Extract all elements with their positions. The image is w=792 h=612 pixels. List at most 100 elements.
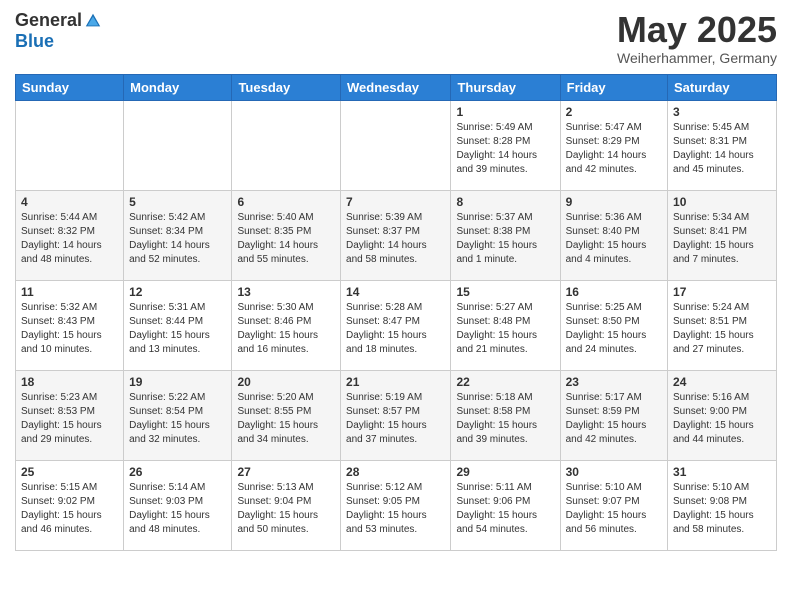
day-header-tuesday: Tuesday (232, 74, 341, 100)
calendar-week-4: 18 Sunrise: 5:23 AM Sunset: 8:53 PM Dayli… (16, 370, 777, 460)
title-block: May 2025 Weiherhammer, Germany (617, 10, 777, 66)
day-header-friday: Friday (560, 74, 667, 100)
calendar-cell (232, 100, 341, 190)
calendar-week-5: 25 Sunrise: 5:15 AM Sunset: 9:02 PM Dayli… (16, 460, 777, 550)
day-info: Sunrise: 5:45 AM Sunset: 8:31 PM Dayligh… (673, 121, 771, 177)
day-number: 19 (129, 375, 226, 389)
logo-general-text: General (15, 10, 82, 31)
day-number: 31 (673, 465, 771, 479)
day-info: Sunrise: 5:34 AM Sunset: 8:41 PM Dayligh… (673, 211, 771, 267)
day-number: 26 (129, 465, 226, 479)
page: General Blue May 2025 Weiherhammer, Germ… (0, 0, 792, 561)
day-info: Sunrise: 5:39 AM Sunset: 8:37 PM Dayligh… (346, 211, 445, 267)
day-number: 3 (673, 105, 771, 119)
day-number: 11 (21, 285, 118, 299)
calendar-cell: 23 Sunrise: 5:17 AM Sunset: 8:59 PM Dayli… (560, 370, 667, 460)
logo-text: General (15, 10, 102, 31)
calendar-cell (16, 100, 124, 190)
day-header-sunday: Sunday (16, 74, 124, 100)
day-number: 14 (346, 285, 445, 299)
day-info: Sunrise: 5:15 AM Sunset: 9:02 PM Dayligh… (21, 481, 118, 537)
calendar-cell: 15 Sunrise: 5:27 AM Sunset: 8:48 PM Dayli… (451, 280, 560, 370)
month-title: May 2025 (617, 10, 777, 50)
calendar-header-row: SundayMondayTuesdayWednesdayThursdayFrid… (16, 74, 777, 100)
calendar-cell: 16 Sunrise: 5:25 AM Sunset: 8:50 PM Dayli… (560, 280, 667, 370)
day-info: Sunrise: 5:24 AM Sunset: 8:51 PM Dayligh… (673, 301, 771, 357)
day-info: Sunrise: 5:19 AM Sunset: 8:57 PM Dayligh… (346, 391, 445, 447)
day-info: Sunrise: 5:32 AM Sunset: 8:43 PM Dayligh… (21, 301, 118, 357)
day-info: Sunrise: 5:25 AM Sunset: 8:50 PM Dayligh… (566, 301, 662, 357)
calendar-cell: 1 Sunrise: 5:49 AM Sunset: 8:28 PM Daylig… (451, 100, 560, 190)
calendar-cell: 13Sunrise: 5:30 AM Sunset: 8:46 PM Dayli… (232, 280, 341, 370)
calendar-cell: 8 Sunrise: 5:37 AM Sunset: 8:38 PM Daylig… (451, 190, 560, 280)
logo-blue-text: Blue (15, 31, 54, 52)
day-number: 6 (237, 195, 335, 209)
day-info: Sunrise: 5:10 AM Sunset: 9:07 PM Dayligh… (566, 481, 662, 537)
day-number: 21 (346, 375, 445, 389)
day-info: Sunrise: 5:17 AM Sunset: 8:59 PM Dayligh… (566, 391, 662, 447)
day-info: Sunrise: 5:28 AM Sunset: 8:47 PM Dayligh… (346, 301, 445, 357)
day-header-wednesday: Wednesday (341, 74, 451, 100)
day-info: Sunrise: 5:14 AM Sunset: 9:03 PM Dayligh… (129, 481, 226, 537)
day-info: Sunrise: 5:22 AM Sunset: 8:54 PM Dayligh… (129, 391, 226, 447)
day-number: 7 (346, 195, 445, 209)
calendar-cell: 7 Sunrise: 5:39 AM Sunset: 8:37 PM Daylig… (341, 190, 451, 280)
calendar-cell: 17 Sunrise: 5:24 AM Sunset: 8:51 PM Dayli… (668, 280, 777, 370)
logo: General Blue (15, 10, 102, 52)
day-info: Sunrise: 5:30 AM Sunset: 8:46 PM Dayligh… (237, 301, 335, 357)
day-number: 5 (129, 195, 226, 209)
calendar-cell: 26 Sunrise: 5:14 AM Sunset: 9:03 PM Dayli… (124, 460, 232, 550)
day-number: 27 (237, 465, 335, 479)
day-info: Sunrise: 5:12 AM Sunset: 9:05 PM Dayligh… (346, 481, 445, 537)
day-info: Sunrise: 5:11 AM Sunset: 9:06 PM Dayligh… (456, 481, 554, 537)
day-number: 22 (456, 375, 554, 389)
day-number: 28 (346, 465, 445, 479)
calendar-cell: 12 Sunrise: 5:31 AM Sunset: 8:44 PM Dayli… (124, 280, 232, 370)
day-number: 18 (21, 375, 118, 389)
day-number: 16 (566, 285, 662, 299)
day-number: 23 (566, 375, 662, 389)
day-info: Sunrise: 5:27 AM Sunset: 8:48 PM Dayligh… (456, 301, 554, 357)
calendar-cell: 9Sunrise: 5:36 AM Sunset: 8:40 PM Daylig… (560, 190, 667, 280)
calendar-cell: 4Sunrise: 5:44 AM Sunset: 8:32 PM Daylig… (16, 190, 124, 280)
day-header-monday: Monday (124, 74, 232, 100)
day-number: 15 (456, 285, 554, 299)
day-number: 1 (456, 105, 554, 119)
day-number: 4 (21, 195, 118, 209)
calendar-cell: 5 Sunrise: 5:42 AM Sunset: 8:34 PM Daylig… (124, 190, 232, 280)
calendar-cell: 27 Sunrise: 5:13 AM Sunset: 9:04 PM Dayli… (232, 460, 341, 550)
calendar-cell: 20Sunrise: 5:20 AM Sunset: 8:55 PM Dayli… (232, 370, 341, 460)
day-number: 24 (673, 375, 771, 389)
calendar-cell: 31 Sunrise: 5:10 AM Sunset: 9:08 PM Dayli… (668, 460, 777, 550)
day-info: Sunrise: 5:13 AM Sunset: 9:04 PM Dayligh… (237, 481, 335, 537)
calendar-week-3: 11 Sunrise: 5:32 AM Sunset: 8:43 PM Dayli… (16, 280, 777, 370)
day-number: 29 (456, 465, 554, 479)
day-info: Sunrise: 5:42 AM Sunset: 8:34 PM Dayligh… (129, 211, 226, 267)
day-info: Sunrise: 5:20 AM Sunset: 8:55 PM Dayligh… (237, 391, 335, 447)
calendar-cell: 21 Sunrise: 5:19 AM Sunset: 8:57 PM Dayli… (341, 370, 451, 460)
day-number: 17 (673, 285, 771, 299)
calendar-cell: 29 Sunrise: 5:11 AM Sunset: 9:06 PM Dayli… (451, 460, 560, 550)
calendar-week-1: 1 Sunrise: 5:49 AM Sunset: 8:28 PM Daylig… (16, 100, 777, 190)
calendar-cell: 6Sunrise: 5:40 AM Sunset: 8:35 PM Daylig… (232, 190, 341, 280)
day-number: 12 (129, 285, 226, 299)
calendar-cell: 11 Sunrise: 5:32 AM Sunset: 8:43 PM Dayli… (16, 280, 124, 370)
day-number: 9 (566, 195, 662, 209)
logo-icon (84, 12, 102, 30)
day-header-saturday: Saturday (668, 74, 777, 100)
day-info: Sunrise: 5:23 AM Sunset: 8:53 PM Dayligh… (21, 391, 118, 447)
day-number: 25 (21, 465, 118, 479)
day-info: Sunrise: 5:31 AM Sunset: 8:44 PM Dayligh… (129, 301, 226, 357)
calendar-cell: 22Sunrise: 5:18 AM Sunset: 8:58 PM Dayli… (451, 370, 560, 460)
day-info: Sunrise: 5:37 AM Sunset: 8:38 PM Dayligh… (456, 211, 554, 267)
calendar-cell: 24 Sunrise: 5:16 AM Sunset: 9:00 PM Dayli… (668, 370, 777, 460)
day-info: Sunrise: 5:10 AM Sunset: 9:08 PM Dayligh… (673, 481, 771, 537)
day-info: Sunrise: 5:47 AM Sunset: 8:29 PM Dayligh… (566, 121, 662, 177)
calendar-cell: 19 Sunrise: 5:22 AM Sunset: 8:54 PM Dayli… (124, 370, 232, 460)
day-number: 8 (456, 195, 554, 209)
calendar-cell (124, 100, 232, 190)
day-info: Sunrise: 5:16 AM Sunset: 9:00 PM Dayligh… (673, 391, 771, 447)
location: Weiherhammer, Germany (617, 50, 777, 66)
calendar-cell: 3 Sunrise: 5:45 AM Sunset: 8:31 PM Daylig… (668, 100, 777, 190)
day-info: Sunrise: 5:49 AM Sunset: 8:28 PM Dayligh… (456, 121, 554, 177)
